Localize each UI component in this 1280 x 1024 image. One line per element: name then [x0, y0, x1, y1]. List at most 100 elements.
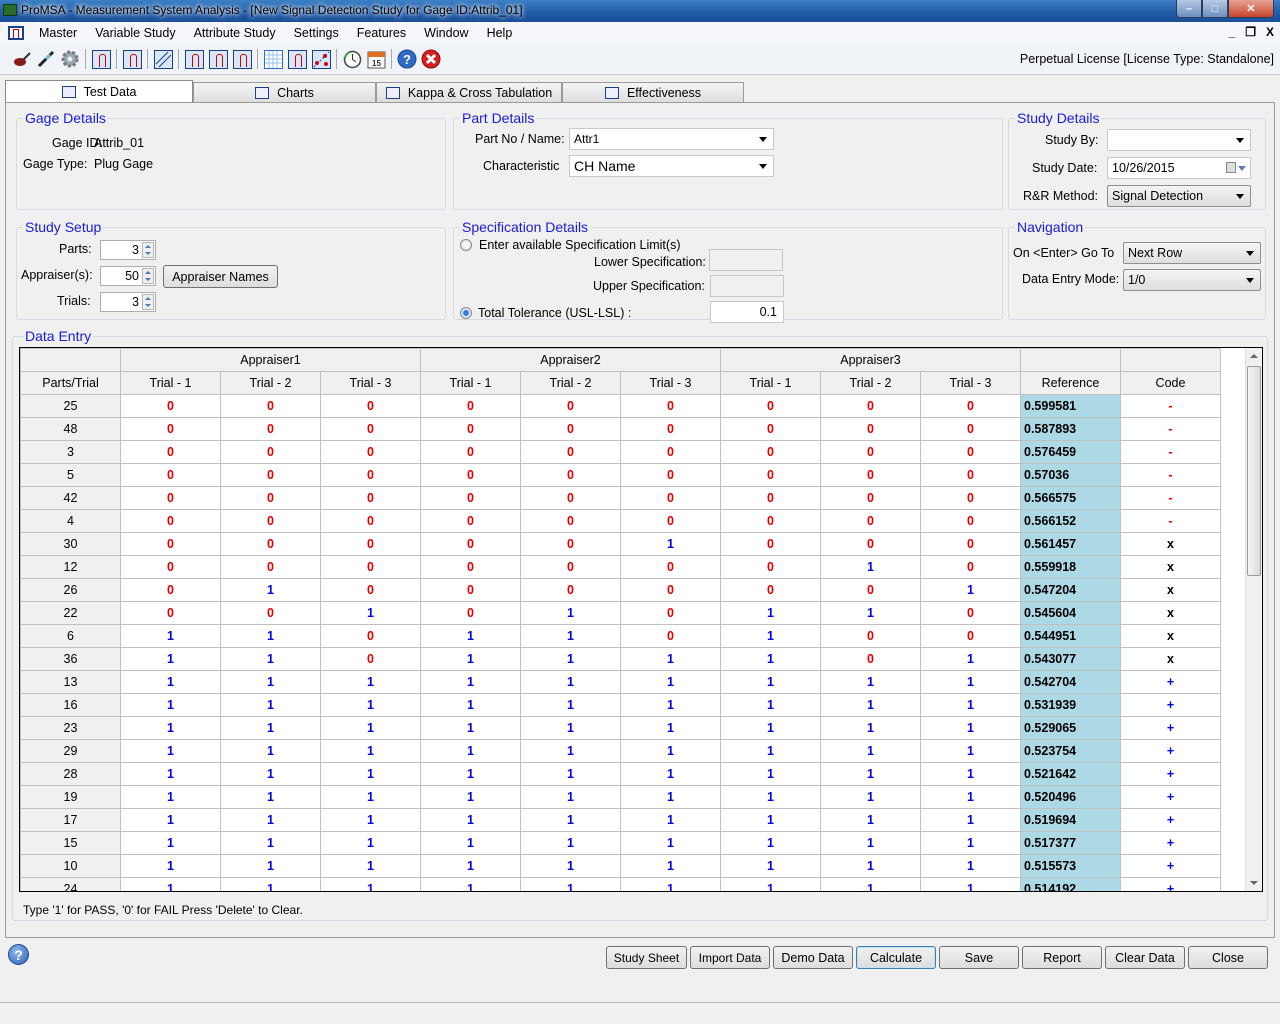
trial-result-cell[interactable]: 0 — [320, 417, 421, 441]
spin-buttons[interactable] — [142, 268, 154, 284]
trial-result-cell[interactable]: 1 — [920, 647, 1021, 671]
trial-result-cell[interactable]: 0 — [220, 463, 321, 487]
trial-result-cell[interactable]: 0 — [120, 417, 221, 441]
trial-result-cell[interactable]: 0 — [320, 486, 421, 510]
trial-result-cell[interactable]: 0 — [620, 509, 721, 533]
trial-result-cell[interactable]: 1 — [720, 670, 821, 694]
trial-result-cell[interactable]: 0 — [520, 463, 621, 487]
mdi-restore-button[interactable]: ❐ — [1245, 25, 1256, 39]
linearity-chart-icon[interactable] — [153, 49, 173, 69]
trial-result-cell[interactable]: 1 — [620, 647, 721, 671]
appraisers-stepper[interactable]: 50 — [100, 266, 156, 286]
scrollbar-thumb[interactable] — [1247, 366, 1261, 576]
study-sheet-button[interactable]: Study Sheet — [606, 946, 687, 969]
trial-result-cell[interactable]: 0 — [620, 624, 721, 648]
trial-result-cell[interactable]: 0 — [320, 647, 421, 671]
clock-icon[interactable] — [342, 49, 362, 69]
trial-result-cell[interactable]: 1 — [720, 831, 821, 855]
trial-result-cell[interactable]: 0 — [220, 532, 321, 556]
trial-result-cell[interactable]: 1 — [820, 831, 921, 855]
scatter-plot-icon[interactable] — [311, 49, 331, 69]
trial-result-cell[interactable]: 0 — [720, 463, 821, 487]
trial-result-cell[interactable]: 1 — [820, 762, 921, 786]
normal-curve-icon[interactable] — [287, 49, 307, 69]
trial-result-cell[interactable]: 1 — [620, 785, 721, 809]
trial-result-cell[interactable]: 1 — [120, 739, 221, 763]
reference-cell[interactable]: 0.547204 — [1020, 578, 1121, 602]
trial-result-cell[interactable]: 1 — [820, 854, 921, 878]
trial-result-cell[interactable]: 0 — [720, 417, 821, 441]
trial-result-cell[interactable]: 1 — [120, 808, 221, 832]
trial-result-cell[interactable]: 0 — [420, 532, 521, 556]
maximize-button[interactable]: □ — [1202, 0, 1228, 18]
trial-result-cell[interactable]: 0 — [820, 486, 921, 510]
exit-icon[interactable] — [421, 49, 441, 69]
trial-result-cell[interactable]: 0 — [720, 394, 821, 418]
trial-result-cell[interactable]: 1 — [620, 854, 721, 878]
mdi-child-icon[interactable] — [8, 26, 24, 40]
trial-result-cell[interactable]: 1 — [320, 693, 421, 717]
trial-result-cell[interactable]: 1 — [320, 831, 421, 855]
demo-data-button[interactable]: Demo Data — [773, 946, 853, 969]
trial-result-cell[interactable]: 1 — [720, 762, 821, 786]
on-enter-dropdown[interactable]: Next Row — [1123, 242, 1261, 264]
trial-result-cell[interactable]: 1 — [120, 716, 221, 740]
trial-result-cell[interactable]: 1 — [420, 877, 521, 891]
trial-result-cell[interactable]: 1 — [320, 877, 421, 891]
trial-result-cell[interactable]: 0 — [620, 486, 721, 510]
trial-result-cell[interactable]: 0 — [120, 578, 221, 602]
menu-variable-study[interactable]: Variable Study — [86, 26, 184, 40]
distribution-chart-icon[interactable] — [122, 49, 142, 69]
trial-result-cell[interactable]: 1 — [420, 624, 521, 648]
r-study-icon[interactable] — [184, 49, 204, 69]
reference-cell[interactable]: 0.599581 — [1020, 394, 1121, 418]
trial-result-cell[interactable]: 0 — [620, 578, 721, 602]
trial-result-cell[interactable]: 0 — [520, 417, 621, 441]
tab-charts[interactable]: Charts — [193, 82, 376, 103]
trial-result-cell[interactable]: 0 — [720, 440, 821, 464]
upper-spec-input[interactable] — [710, 275, 784, 297]
trial-result-cell[interactable]: 1 — [620, 831, 721, 855]
reference-cell[interactable]: 0.531939 — [1020, 693, 1121, 717]
scroll-down-icon[interactable] — [1250, 881, 1258, 885]
trial-result-cell[interactable]: 1 — [220, 647, 321, 671]
trial-result-cell[interactable]: 1 — [820, 670, 921, 694]
trial-result-cell[interactable]: 1 — [120, 854, 221, 878]
trial-result-cell[interactable]: 0 — [720, 578, 821, 602]
trial-result-cell[interactable]: 1 — [920, 716, 1021, 740]
trial-result-cell[interactable]: 1 — [420, 739, 521, 763]
trial-result-cell[interactable]: 1 — [420, 808, 521, 832]
trial-result-cell[interactable]: 0 — [820, 647, 921, 671]
report-button[interactable]: Report — [1022, 946, 1102, 969]
trial-result-cell[interactable]: 1 — [920, 578, 1021, 602]
trial-result-cell[interactable]: 0 — [220, 440, 321, 464]
trial-result-cell[interactable]: 0 — [120, 509, 221, 533]
trial-result-cell[interactable]: 1 — [520, 877, 621, 891]
trial-result-cell[interactable]: 0 — [120, 463, 221, 487]
trial-result-cell[interactable]: 0 — [120, 555, 221, 579]
trial-result-cell[interactable]: 0 — [620, 394, 721, 418]
x-study-icon[interactable] — [208, 49, 228, 69]
characteristic-dropdown[interactable]: CH Name — [569, 155, 774, 177]
trial-result-cell[interactable]: 1 — [320, 716, 421, 740]
trial-result-cell[interactable]: 0 — [420, 578, 521, 602]
trial-result-cell[interactable]: 1 — [220, 808, 321, 832]
scroll-up-icon[interactable] — [1250, 354, 1258, 358]
trial-result-cell[interactable]: 0 — [420, 417, 521, 441]
trial-result-cell[interactable]: 1 — [720, 877, 821, 891]
trial-result-cell[interactable]: 0 — [820, 440, 921, 464]
trial-result-cell[interactable]: 1 — [320, 601, 421, 625]
menu-settings[interactable]: Settings — [285, 26, 348, 40]
trial-result-cell[interactable]: 1 — [120, 785, 221, 809]
trial-result-cell[interactable]: 1 — [420, 762, 521, 786]
trial-result-cell[interactable]: 1 — [920, 739, 1021, 763]
trial-result-cell[interactable]: 0 — [920, 486, 1021, 510]
trial-result-cell[interactable]: 1 — [120, 762, 221, 786]
trial-result-cell[interactable]: 0 — [820, 394, 921, 418]
trial-result-cell[interactable]: 0 — [820, 624, 921, 648]
trial-result-cell[interactable]: 1 — [120, 831, 221, 855]
trial-result-cell[interactable]: 0 — [120, 440, 221, 464]
range-chart-icon[interactable] — [91, 49, 111, 69]
spin-buttons[interactable] — [142, 242, 154, 258]
trial-result-cell[interactable]: 1 — [220, 739, 321, 763]
